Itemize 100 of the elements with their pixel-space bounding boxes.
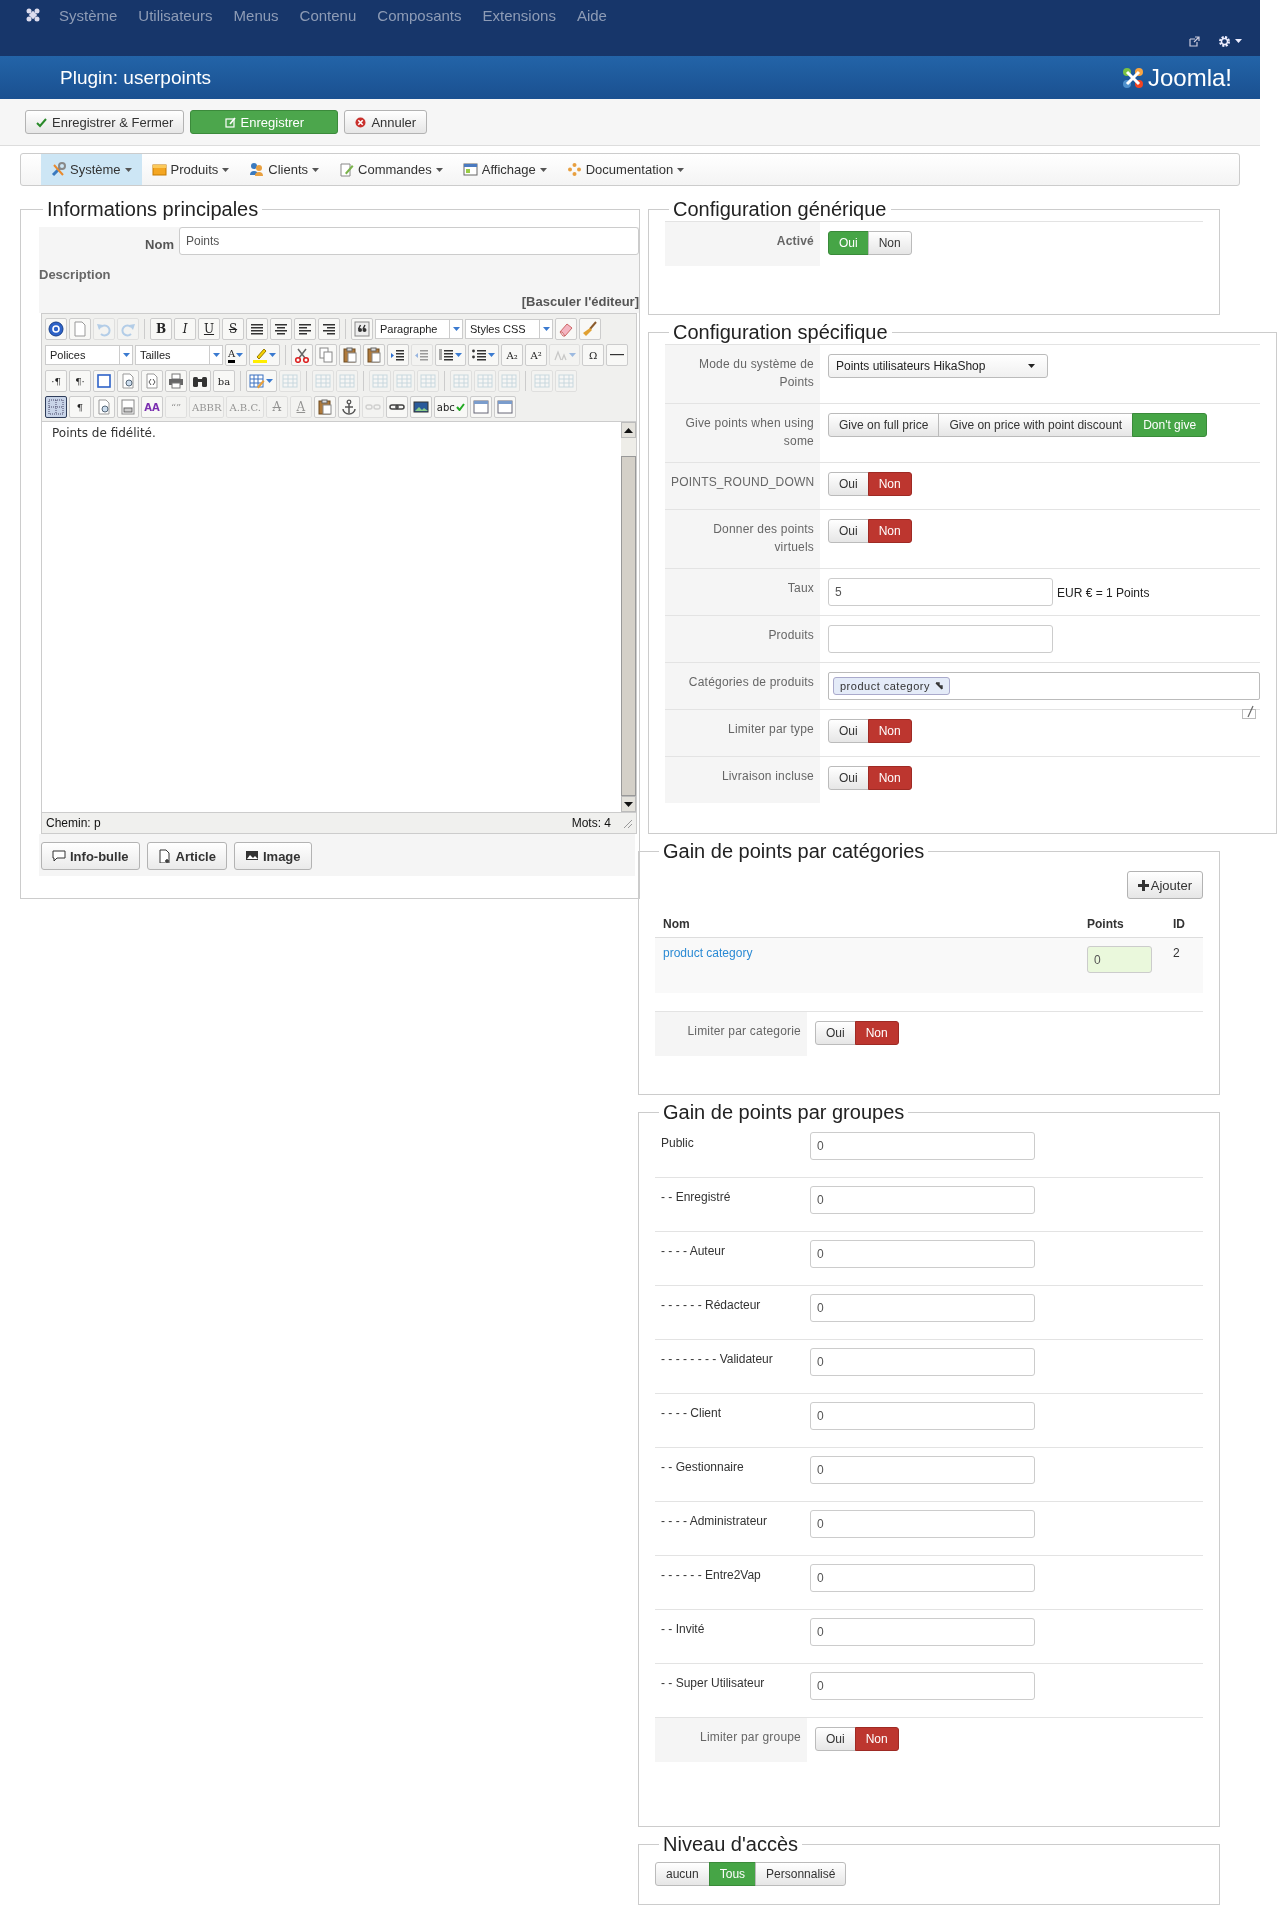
toolbar-button[interactable]: I — [174, 318, 196, 340]
number-field[interactable]: 0 — [810, 1618, 1035, 1646]
menu-item[interactable]: Extensions — [482, 6, 556, 24]
table-icon — [477, 373, 493, 389]
scissors-icon — [294, 347, 311, 363]
menu-item[interactable]: Aide — [576, 6, 607, 24]
field-label: Mode du système de Points — [665, 345, 820, 403]
menu-item[interactable]: Documentation — [556, 154, 695, 185]
edit-icon — [224, 116, 236, 128]
option-button[interactable]: Oui — [815, 1021, 856, 1045]
option-button[interactable]: Non — [867, 766, 912, 790]
menu-item[interactable]: Système — [59, 6, 118, 24]
copy-icon — [318, 347, 335, 363]
option-button[interactable]: Give on full price — [828, 413, 940, 437]
number-field[interactable]: 0 — [810, 1672, 1035, 1700]
toolbar-button[interactable]: ·¶ — [45, 370, 67, 392]
tag-field[interactable]: product category — [828, 672, 1260, 700]
toolbar-button[interactable]: ¶· — [69, 370, 91, 392]
external-link-icon — [1189, 35, 1200, 47]
add-button[interactable]: Ajouter — [1126, 871, 1203, 899]
option-button[interactable]: Non — [867, 472, 912, 496]
category-link[interactable]: product category — [663, 946, 753, 960]
group-label: - - Enregistré — [660, 1189, 732, 1206]
dropdown[interactable]: Points utilisateurs HikaShop — [828, 354, 1048, 378]
toolbar-button[interactable]: ba — [213, 370, 235, 392]
dropdown[interactable]: Styles CSS — [465, 319, 553, 339]
group-label: - - - - - - Rédacteur — [660, 1297, 762, 1314]
table-cell: 2 — [1173, 946, 1180, 960]
field-label: POINTS_ROUND_DOWN — [665, 463, 820, 509]
toolbar-button[interactable]: A² — [525, 344, 548, 366]
number-field[interactable]: 0 — [810, 1240, 1035, 1268]
menu-item[interactable]: Système — [41, 154, 142, 185]
number-field[interactable]: 0 — [810, 1402, 1035, 1430]
toolbar-button[interactable]: S — [222, 318, 244, 340]
tag[interactable]: product category — [833, 677, 950, 695]
toolbar-button[interactable]: B — [150, 318, 172, 340]
option-button[interactable]: Oui — [828, 719, 869, 743]
number-field[interactable]: 0 — [1087, 946, 1152, 973]
toolbar-button[interactable]: A — [225, 344, 248, 366]
caret-icon — [312, 167, 320, 172]
outdent-icon — [414, 347, 431, 363]
menu-item[interactable]: Menus — [233, 6, 279, 24]
option-button[interactable]: aucun — [655, 1862, 710, 1886]
menu-item[interactable]: Composants — [377, 6, 462, 24]
align-justify-icon — [249, 321, 265, 337]
toolbar-button[interactable]: Annuler — [344, 110, 428, 134]
toolbar-button[interactable]: A₂ — [501, 344, 524, 366]
toolbar-button[interactable]: U — [198, 318, 220, 340]
option-button[interactable]: Non — [854, 1727, 899, 1751]
toggle-editor-link[interactable]: [Basculer l'éditeur] — [521, 294, 639, 309]
option-button[interactable]: Non — [867, 719, 912, 743]
caret-icon — [236, 353, 244, 357]
table-icon — [396, 373, 412, 389]
toolbar-button[interactable]: Enregistrer & Fermer — [25, 110, 185, 134]
name-field[interactable]: Points — [179, 227, 639, 255]
code-icon — [144, 373, 160, 389]
down-arrow-icon — [624, 801, 633, 807]
menu-item[interactable]: Clients — [239, 154, 330, 185]
toolbar-button[interactable]: AA — [141, 396, 163, 418]
option-button[interactable]: Oui — [828, 472, 869, 496]
menu-item[interactable]: Produits — [141, 154, 240, 185]
editor-button[interactable]: Info-bulle — [41, 842, 140, 870]
number-field[interactable]: 0 — [810, 1348, 1035, 1376]
settings-button[interactable] — [1218, 34, 1242, 48]
caret-icon — [539, 167, 547, 172]
editor-button[interactable]: Article — [146, 842, 227, 870]
menu-item[interactable]: Utilisateurs — [138, 6, 213, 24]
toolbar-button[interactable]: Ω — [582, 344, 605, 366]
number-field[interactable]: 0 — [810, 1456, 1035, 1484]
caret-icon — [455, 353, 463, 357]
word-count: Mots: 4 — [571, 816, 611, 830]
option-button[interactable]: Oui — [828, 766, 869, 790]
number-field[interactable]: 0 — [810, 1294, 1035, 1322]
menu-item[interactable]: Affichage — [452, 154, 557, 185]
option-button[interactable]: Non — [867, 231, 912, 255]
option-button[interactable]: Non — [854, 1021, 899, 1045]
number-field[interactable]: 0 — [810, 1186, 1035, 1214]
table-icon — [339, 373, 355, 389]
dropdown[interactable]: Polices — [45, 345, 133, 365]
option-button[interactable]: Give on price with point discount — [938, 413, 1134, 437]
option-button[interactable]: Oui — [815, 1727, 856, 1751]
dropdown[interactable]: Tailles — [135, 345, 223, 365]
option-button[interactable]: Non — [867, 519, 912, 543]
number-field[interactable]: 0 — [810, 1510, 1035, 1538]
option-button[interactable]: Personnalisé — [755, 1862, 847, 1886]
toolbar-button[interactable]: abc — [433, 396, 468, 418]
toolbar-button[interactable] — [45, 396, 67, 418]
option-button[interactable]: Oui — [828, 519, 869, 543]
number-field[interactable]: 0 — [810, 1132, 1035, 1160]
caret-icon — [266, 379, 273, 383]
field-label: Taux — [665, 569, 820, 615]
number-field[interactable]: 0 — [810, 1564, 1035, 1592]
rate-field[interactable]: 5 — [828, 578, 1053, 606]
menu-item[interactable]: Contenu — [299, 6, 357, 24]
toolbar-button[interactable]: ¶ — [69, 396, 91, 418]
dropdown[interactable]: Paragraphe — [375, 319, 463, 339]
editor-button[interactable]: Image — [233, 842, 312, 870]
text-field[interactable] — [828, 625, 1053, 653]
menu-item[interactable]: Commandes — [329, 154, 453, 185]
people-icon — [249, 162, 265, 177]
